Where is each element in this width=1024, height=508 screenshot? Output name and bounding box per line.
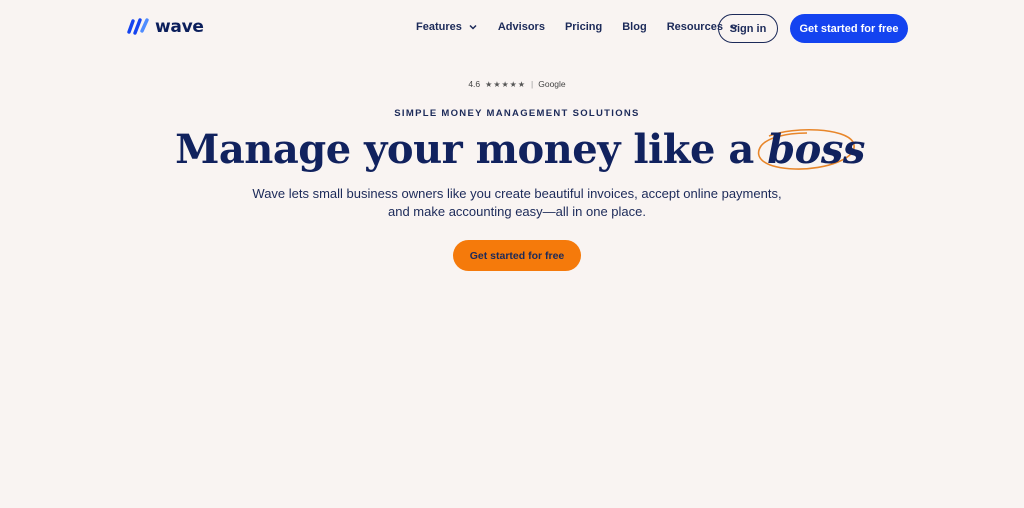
chevron-down-icon [469,24,477,30]
nav-item-label: Blog [622,21,647,33]
top-nav: wave Features Advisors Pricing Blog Reso… [0,0,1024,58]
wave-logo-icon [127,18,149,35]
nav-menu: Features Advisors Pricing Blog Resources [416,21,759,33]
rating-source: Google [538,79,566,89]
rating-divider: | [531,79,534,89]
hero-headline: Manage your money like a boss [0,126,1024,173]
nav-item-label: Pricing [564,21,603,33]
sign-in-button[interactable]: Sign in [718,14,778,43]
wave-logo[interactable]: wave [126,17,204,37]
hero-eyebrow: SIMPLE MONEY MANAGEMENT SOLUTIONS [394,108,640,119]
hero-subtitle-line-1: Wave lets small business owners like you… [252,186,782,201]
hero-subtitle-line-2: and make accounting easy—all in one plac… [388,204,646,219]
rating-value: 4.6 [468,79,481,89]
headline-main: Manage your money like a [175,126,768,173]
nav-item-label: Features [416,21,462,33]
logo-wordmark: wave [155,17,204,37]
headline-emphasis-wrap: boss [758,126,865,173]
nav-item-features[interactable]: Features [416,21,478,33]
nav-item-advisors[interactable]: Advisors [498,21,545,33]
rating-stars: ★★★★★ [485,79,527,89]
google-rating: 4.6 ★★★★★ | Google [0,79,1024,89]
nav-item-blog[interactable]: Blog [622,21,646,33]
nav-item-label: Advisors [497,21,545,33]
headline-emphasis: boss [767,126,865,173]
nav-get-started-button[interactable]: Get started for free [790,14,908,43]
nav-item-label: Resources [666,21,723,33]
nav-item-pricing[interactable]: Pricing [565,21,602,33]
hero-get-started-button[interactable]: Get started for free [453,240,581,271]
